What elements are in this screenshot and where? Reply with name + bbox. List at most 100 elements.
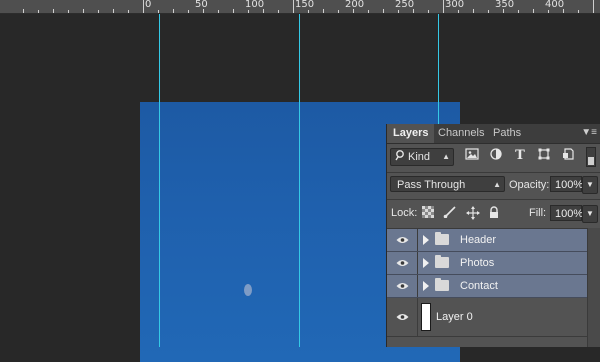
layers-scrollbar[interactable]	[587, 228, 600, 347]
kind-label: Kind	[408, 151, 431, 163]
ruler-tick	[593, 0, 594, 13]
ruler-tick	[188, 10, 189, 13]
ruler-tick	[518, 10, 519, 13]
search-icon	[395, 149, 405, 166]
visibility-toggle[interactable]	[387, 298, 418, 336]
moon-image	[244, 284, 252, 296]
eye-icon	[396, 237, 409, 243]
filter-row: Kind ▲ T	[387, 144, 600, 172]
layer-row-layer-0[interactable]: Layer 0	[387, 298, 587, 337]
ruler-tick	[308, 10, 309, 13]
tab-layers[interactable]: Layers	[387, 124, 435, 143]
ruler-tick	[293, 0, 294, 13]
visibility-toggle[interactable]	[387, 275, 418, 297]
ruler-label: 0	[145, 0, 152, 10]
tab-paths[interactable]: Paths	[487, 124, 527, 143]
ruler-tick	[383, 9, 384, 13]
ruler-tick	[158, 10, 159, 13]
tab-channels[interactable]: Channels	[432, 124, 490, 143]
ruler-tick	[98, 10, 99, 13]
ruler-tick	[278, 10, 279, 13]
lock-label: Lock:	[391, 207, 418, 219]
panel-tabs: Layers Channels Paths ▼≡	[387, 124, 600, 144]
layer-row-photos[interactable]: Photos	[387, 252, 587, 275]
ruler-label: 250	[395, 0, 415, 10]
pixel-layer-filter-icon[interactable]	[464, 148, 480, 164]
opacity-label: Opacity:	[509, 179, 550, 191]
ruler-tick	[68, 10, 69, 13]
lock-all-icon[interactable]	[486, 206, 502, 222]
layer-thumbnail[interactable]	[421, 303, 431, 331]
ruler-tick	[128, 10, 129, 13]
ruler-label: 200	[345, 0, 365, 10]
ruler-tick	[53, 9, 54, 13]
ruler-tick	[38, 10, 39, 13]
lock-transparent-pixels-icon[interactable]	[420, 206, 436, 222]
ruler-label: 300	[445, 0, 465, 10]
ruler-tick	[473, 9, 474, 13]
lock-image-pixels-icon[interactable]	[442, 206, 458, 222]
layer-row-contact[interactable]: Contact	[387, 275, 587, 298]
folder-icon	[435, 255, 449, 268]
ruler-tick	[533, 9, 534, 13]
layer-name[interactable]: Photos	[460, 252, 494, 274]
eye-icon	[396, 260, 409, 266]
expand-triangle-icon[interactable]	[423, 235, 429, 245]
visibility-toggle[interactable]	[387, 229, 418, 251]
blend-mode-value: Pass Through	[397, 179, 466, 191]
lock-row: Lock: Fill: 100% ▼	[387, 200, 600, 228]
kind-filter-select[interactable]: Kind ▲	[390, 148, 454, 166]
ruler-label: 100	[245, 0, 265, 10]
layer-name[interactable]: Contact	[460, 275, 498, 297]
ruler-tick	[23, 9, 24, 13]
shape-layer-filter-icon[interactable]	[536, 148, 552, 164]
fill-input[interactable]: 100%	[550, 205, 583, 221]
ruler-tick	[338, 10, 339, 13]
layers-panel: Layers Channels Paths ▼≡ Kind ▲ T Pass T…	[386, 124, 600, 347]
lock-position-icon[interactable]	[465, 206, 481, 222]
filter-toggle-switch[interactable]	[586, 147, 596, 167]
ruler-tick	[488, 10, 489, 13]
layer-name[interactable]: Layer 0	[436, 298, 473, 336]
eye-icon	[396, 314, 409, 320]
ruler-tick	[143, 0, 144, 13]
visibility-toggle[interactable]	[387, 252, 418, 274]
fill-label: Fill:	[529, 207, 547, 219]
guide-line[interactable]	[159, 14, 160, 347]
layer-name[interactable]: Header	[460, 229, 496, 251]
select-arrow-icon: ▲	[493, 180, 501, 189]
ruler-tick	[458, 10, 459, 13]
fill-dropdown-icon[interactable]: ▼	[582, 205, 598, 223]
folder-icon	[435, 278, 449, 291]
ruler-label: 50	[195, 0, 208, 10]
ruler-tick	[83, 9, 84, 13]
layer-row-header[interactable]: Header	[387, 229, 587, 252]
expand-triangle-icon[interactable]	[423, 258, 429, 268]
blend-mode-select[interactable]: Pass Through ▲	[390, 176, 505, 192]
ruler-tick	[173, 9, 174, 13]
horizontal-ruler[interactable]: 0 50 100 150 200 250 300 350 400	[0, 0, 600, 14]
ruler-label: 350	[495, 0, 515, 10]
ruler-label: 400	[545, 0, 565, 10]
adjustment-layer-filter-icon[interactable]	[488, 148, 504, 164]
ruler-tick	[113, 9, 114, 13]
ruler-tick	[233, 9, 234, 13]
folder-icon	[435, 232, 449, 245]
expand-triangle-icon[interactable]	[423, 281, 429, 291]
opacity-dropdown-icon[interactable]: ▼	[582, 176, 598, 194]
ruler-tick	[443, 0, 444, 13]
guide-line[interactable]	[299, 14, 300, 347]
ruler-label: 150	[295, 0, 315, 10]
eye-icon	[396, 283, 409, 289]
panel-menu-icon[interactable]: ▼≡	[581, 127, 597, 138]
type-layer-filter-icon[interactable]: T	[512, 148, 528, 164]
ruler-tick	[548, 10, 549, 13]
ruler-tick	[323, 9, 324, 13]
blend-row: Pass Through ▲ Opacity: 100% ▼	[387, 173, 600, 199]
ruler-tick	[398, 10, 399, 13]
smart-object-filter-icon[interactable]	[560, 148, 576, 164]
ruler-tick	[368, 10, 369, 13]
ruler-tick	[428, 10, 429, 13]
ruler-tick	[248, 10, 249, 13]
opacity-input[interactable]: 100%	[550, 176, 583, 192]
